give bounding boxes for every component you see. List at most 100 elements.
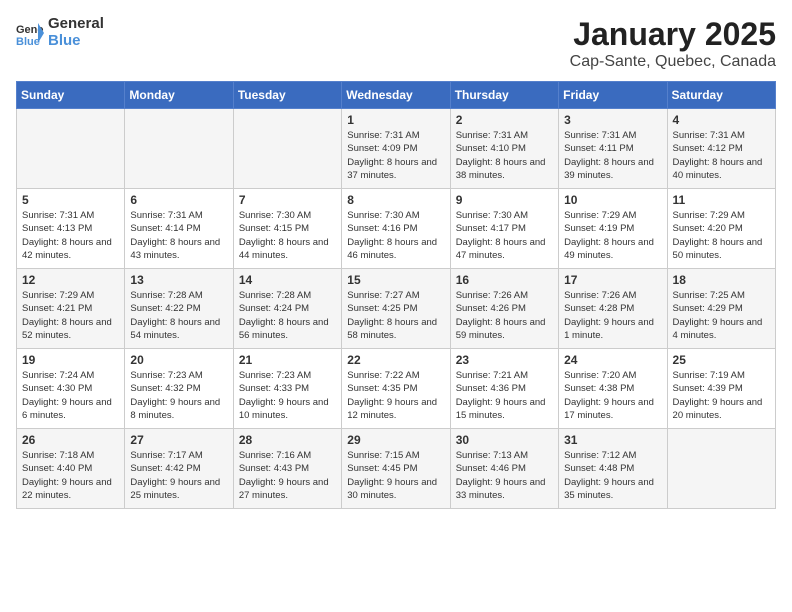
day-number: 22 bbox=[347, 353, 444, 367]
calendar-day-cell: 17Sunrise: 7:26 AM Sunset: 4:28 PM Dayli… bbox=[559, 269, 667, 349]
calendar-day-cell: 30 Sunrise: 7:13 AM Sunset: 4:46 PM Dayli… bbox=[450, 429, 558, 509]
day-info: Sunrise: 7:31 AM Sunset: 4:11 PM Dayligh… bbox=[564, 129, 661, 182]
calendar-day-cell: 4 Sunrise: 7:31 AM Sunset: 4:12 PM Daylig… bbox=[667, 109, 775, 189]
calendar-day-cell: 6 Sunrise: 7:31 AM Sunset: 4:14 PM Daylig… bbox=[125, 189, 233, 269]
calendar-day-cell bbox=[233, 109, 341, 189]
day-of-week-header: Wednesday bbox=[342, 82, 450, 109]
day-number: 20 bbox=[130, 353, 227, 367]
day-of-week-header: Friday bbox=[559, 82, 667, 109]
calendar-day-cell: 16Sunrise: 7:26 AM Sunset: 4:26 PM Dayli… bbox=[450, 269, 558, 349]
calendar-day-cell bbox=[17, 109, 125, 189]
calendar-day-cell: 11 Sunrise: 7:29 AM Sunset: 4:20 PM Dayli… bbox=[667, 189, 775, 269]
calendar-day-cell: 8Sunrise: 7:30 AM Sunset: 4:16 PM Daylig… bbox=[342, 189, 450, 269]
day-info: Sunrise: 7:12 AM Sunset: 4:48 PM Dayligh… bbox=[564, 449, 661, 502]
calendar-day-cell: 29 Sunrise: 7:15 AM Sunset: 4:45 PM Dayli… bbox=[342, 429, 450, 509]
day-number: 3 bbox=[564, 113, 661, 127]
day-number: 14 bbox=[239, 273, 336, 287]
calendar-day-cell: 7Sunrise: 7:30 AM Sunset: 4:15 PM Daylig… bbox=[233, 189, 341, 269]
day-info: Sunrise: 7:29 AM Sunset: 4:19 PM Dayligh… bbox=[564, 209, 661, 262]
day-number: 18 bbox=[673, 273, 770, 287]
day-info: Sunrise: 7:29 AM Sunset: 4:20 PM Dayligh… bbox=[673, 209, 770, 262]
day-info: Sunrise: 7:26 AM Sunset: 4:26 PM Dayligh… bbox=[456, 289, 553, 342]
calendar-day-cell: 15 Sunrise: 7:27 AM Sunset: 4:25 PM Dayli… bbox=[342, 269, 450, 349]
calendar-week-row: 26Sunrise: 7:18 AM Sunset: 4:40 PM Dayli… bbox=[17, 429, 776, 509]
calendar-day-cell: 2Sunrise: 7:31 AM Sunset: 4:10 PM Daylig… bbox=[450, 109, 558, 189]
calendar-day-cell: 19 Sunrise: 7:24 AM Sunset: 4:30 PM Dayli… bbox=[17, 349, 125, 429]
day-number: 12 bbox=[22, 273, 119, 287]
day-info: Sunrise: 7:15 AM Sunset: 4:45 PM Dayligh… bbox=[347, 449, 444, 502]
calendar-day-cell: 13 Sunrise: 7:28 AM Sunset: 4:22 PM Dayli… bbox=[125, 269, 233, 349]
logo-general-text: General bbox=[48, 16, 104, 33]
calendar-day-cell bbox=[667, 429, 775, 509]
calendar-day-cell: 14Sunrise: 7:28 AM Sunset: 4:24 PM Dayli… bbox=[233, 269, 341, 349]
day-info: Sunrise: 7:29 AM Sunset: 4:21 PM Dayligh… bbox=[22, 289, 119, 342]
day-number: 15 bbox=[347, 273, 444, 287]
calendar-day-cell: 28 Sunrise: 7:16 AM Sunset: 4:43 PM Dayli… bbox=[233, 429, 341, 509]
calendar-day-cell: 21Sunrise: 7:23 AM Sunset: 4:33 PM Dayli… bbox=[233, 349, 341, 429]
day-info: Sunrise: 7:31 AM Sunset: 4:12 PM Dayligh… bbox=[673, 129, 770, 182]
day-info: Sunrise: 7:17 AM Sunset: 4:42 PM Dayligh… bbox=[130, 449, 227, 502]
calendar-day-cell: 22 Sunrise: 7:22 AM Sunset: 4:35 PM Dayli… bbox=[342, 349, 450, 429]
logo: General Blue General Blue bbox=[16, 16, 104, 49]
day-info: Sunrise: 7:19 AM Sunset: 4:39 PM Dayligh… bbox=[673, 369, 770, 422]
day-info: Sunrise: 7:13 AM Sunset: 4:46 PM Dayligh… bbox=[456, 449, 553, 502]
calendar-day-cell: 9Sunrise: 7:30 AM Sunset: 4:17 PM Daylig… bbox=[450, 189, 558, 269]
day-number: 6 bbox=[130, 193, 227, 207]
location-title: Cap-Sante, Quebec, Canada bbox=[570, 53, 776, 71]
day-info: Sunrise: 7:16 AM Sunset: 4:43 PM Dayligh… bbox=[239, 449, 336, 502]
day-number: 21 bbox=[239, 353, 336, 367]
day-info: Sunrise: 7:22 AM Sunset: 4:35 PM Dayligh… bbox=[347, 369, 444, 422]
calendar-week-row: 12 Sunrise: 7:29 AM Sunset: 4:21 PM Dayli… bbox=[17, 269, 776, 349]
day-number: 23 bbox=[456, 353, 553, 367]
day-number: 25 bbox=[673, 353, 770, 367]
day-info: Sunrise: 7:30 AM Sunset: 4:15 PM Dayligh… bbox=[239, 209, 336, 262]
day-info: Sunrise: 7:30 AM Sunset: 4:16 PM Dayligh… bbox=[347, 209, 444, 262]
day-info: Sunrise: 7:31 AM Sunset: 4:10 PM Dayligh… bbox=[456, 129, 553, 182]
calendar-day-cell: 23 Sunrise: 7:21 AM Sunset: 4:36 PM Dayli… bbox=[450, 349, 558, 429]
calendar-day-cell: 3 Sunrise: 7:31 AM Sunset: 4:11 PM Daylig… bbox=[559, 109, 667, 189]
logo-icon: General Blue bbox=[16, 19, 44, 47]
day-number: 26 bbox=[22, 433, 119, 447]
day-of-week-header: Saturday bbox=[667, 82, 775, 109]
day-number: 30 bbox=[456, 433, 553, 447]
calendar-day-cell: 26Sunrise: 7:18 AM Sunset: 4:40 PM Dayli… bbox=[17, 429, 125, 509]
day-number: 4 bbox=[673, 113, 770, 127]
day-info: Sunrise: 7:24 AM Sunset: 4:30 PM Dayligh… bbox=[22, 369, 119, 422]
day-number: 19 bbox=[22, 353, 119, 367]
calendar-day-cell: 20 Sunrise: 7:23 AM Sunset: 4:32 PM Dayli… bbox=[125, 349, 233, 429]
calendar-header-row: SundayMondayTuesdayWednesdayThursdayFrid… bbox=[17, 82, 776, 109]
day-info: Sunrise: 7:23 AM Sunset: 4:32 PM Dayligh… bbox=[130, 369, 227, 422]
calendar-day-cell: 12 Sunrise: 7:29 AM Sunset: 4:21 PM Dayli… bbox=[17, 269, 125, 349]
calendar-day-cell: 5Sunrise: 7:31 AM Sunset: 4:13 PM Daylig… bbox=[17, 189, 125, 269]
day-number: 17 bbox=[564, 273, 661, 287]
header: General Blue General Blue January 2025 C… bbox=[16, 16, 776, 71]
calendar-day-cell: 25 Sunrise: 7:19 AM Sunset: 4:39 PM Dayli… bbox=[667, 349, 775, 429]
calendar-week-row: 1Sunrise: 7:31 AM Sunset: 4:09 PM Daylig… bbox=[17, 109, 776, 189]
logo-blue-text: Blue bbox=[48, 33, 104, 50]
day-number: 28 bbox=[239, 433, 336, 447]
day-info: Sunrise: 7:31 AM Sunset: 4:14 PM Dayligh… bbox=[130, 209, 227, 262]
day-number: 10 bbox=[564, 193, 661, 207]
day-info: Sunrise: 7:20 AM Sunset: 4:38 PM Dayligh… bbox=[564, 369, 661, 422]
calendar-day-cell: 10 Sunrise: 7:29 AM Sunset: 4:19 PM Dayli… bbox=[559, 189, 667, 269]
calendar-table: SundayMondayTuesdayWednesdayThursdayFrid… bbox=[16, 81, 776, 509]
day-info: Sunrise: 7:27 AM Sunset: 4:25 PM Dayligh… bbox=[347, 289, 444, 342]
day-number: 29 bbox=[347, 433, 444, 447]
calendar-day-cell: 31 Sunrise: 7:12 AM Sunset: 4:48 PM Dayli… bbox=[559, 429, 667, 509]
day-number: 31 bbox=[564, 433, 661, 447]
calendar-week-row: 19 Sunrise: 7:24 AM Sunset: 4:30 PM Dayli… bbox=[17, 349, 776, 429]
calendar-day-cell bbox=[125, 109, 233, 189]
day-of-week-header: Monday bbox=[125, 82, 233, 109]
day-of-week-header: Sunday bbox=[17, 82, 125, 109]
day-info: Sunrise: 7:21 AM Sunset: 4:36 PM Dayligh… bbox=[456, 369, 553, 422]
day-info: Sunrise: 7:25 AM Sunset: 4:29 PM Dayligh… bbox=[673, 289, 770, 342]
day-of-week-header: Thursday bbox=[450, 82, 558, 109]
day-number: 24 bbox=[564, 353, 661, 367]
day-number: 11 bbox=[673, 193, 770, 207]
day-info: Sunrise: 7:28 AM Sunset: 4:22 PM Dayligh… bbox=[130, 289, 227, 342]
day-number: 13 bbox=[130, 273, 227, 287]
calendar-day-cell: 24 Sunrise: 7:20 AM Sunset: 4:38 PM Dayli… bbox=[559, 349, 667, 429]
calendar-day-cell: 27Sunrise: 7:17 AM Sunset: 4:42 PM Dayli… bbox=[125, 429, 233, 509]
svg-text:Blue: Blue bbox=[16, 36, 40, 47]
calendar-week-row: 5Sunrise: 7:31 AM Sunset: 4:13 PM Daylig… bbox=[17, 189, 776, 269]
